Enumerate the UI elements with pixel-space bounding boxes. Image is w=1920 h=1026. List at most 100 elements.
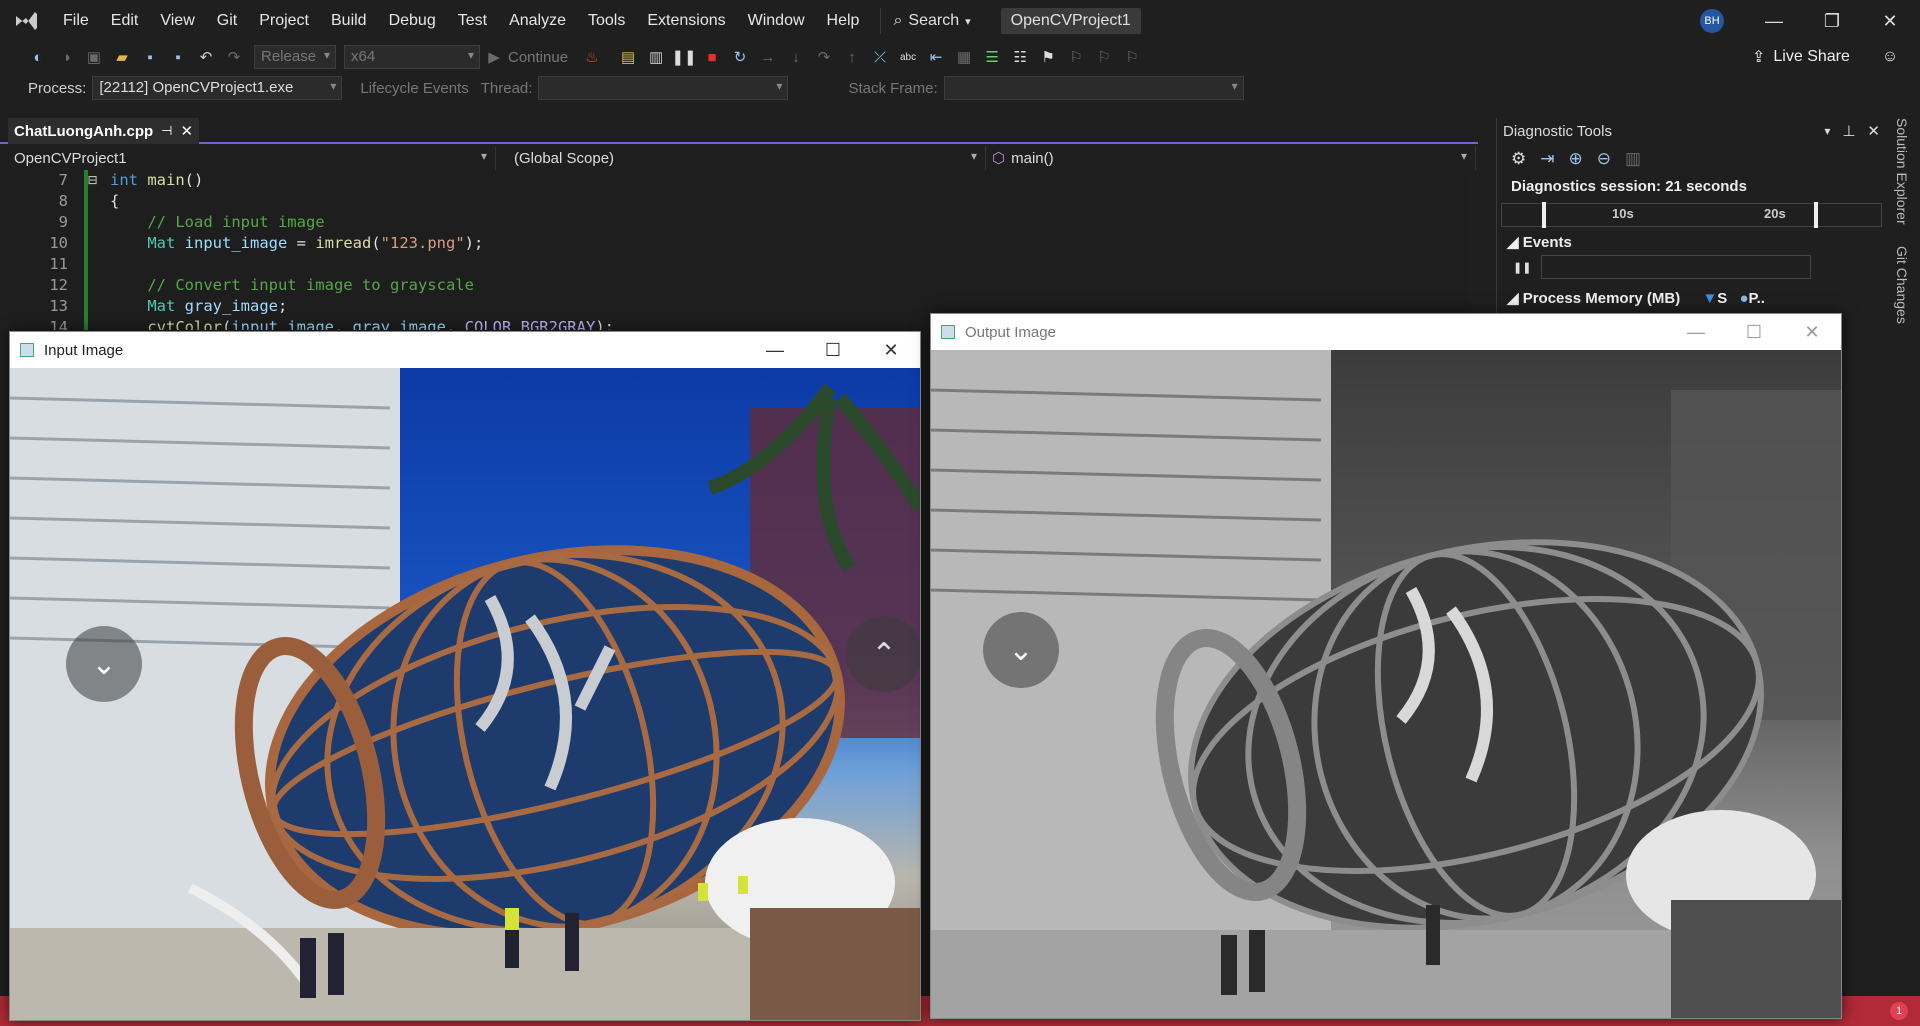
pin-icon[interactable]: ⊣ — [161, 123, 172, 139]
toolbar: ◐ ◑ ▣ ▰ ▪ ▪ ↶ ↷ Release x64 ▶ Continue ♨… — [0, 42, 1920, 72]
maximize-icon[interactable]: ☐ — [1725, 314, 1783, 350]
undo-icon[interactable]: ↶ — [194, 45, 218, 69]
step-over-icon[interactable]: ↷ — [812, 45, 836, 69]
process-memory-section[interactable]: ◢ Process Memory (MB) ▼S ●P.. — [1497, 283, 1886, 307]
open-folder-icon[interactable]: ▰ — [110, 45, 134, 69]
forward-icon[interactable]: ◑ — [54, 45, 78, 69]
step-icon[interactable]: → — [756, 45, 780, 69]
menu-debug[interactable]: Debug — [378, 0, 447, 42]
minimize-icon[interactable]: — — [1746, 0, 1802, 42]
outdent-icon[interactable]: ☷ — [1008, 45, 1032, 69]
close-tab-icon[interactable]: ✕ — [180, 122, 193, 140]
dropdown-icon[interactable]: ▾ — [1824, 124, 1830, 138]
stack-frame-select[interactable] — [943, 76, 1244, 100]
previous-image-button[interactable]: ⌄ — [66, 626, 142, 702]
git-changes-tab[interactable]: Git Changes — [1894, 246, 1910, 324]
avatar[interactable]: BH — [1700, 9, 1724, 33]
redo-icon[interactable]: ↷ — [222, 45, 246, 69]
tab-chatluonganh[interactable]: ChatLuongAnh.cpp ⊣ ✕ — [8, 118, 200, 144]
prev-bookmark-icon[interactable]: ⚐ — [1064, 45, 1088, 69]
code-line[interactable]: 12 // Convert input image to grayscale — [8, 275, 1470, 296]
bookmark-icon[interactable]: ⚑ — [1036, 45, 1060, 69]
configuration-select[interactable]: Release — [254, 45, 336, 69]
menu-extensions[interactable]: Extensions — [636, 0, 736, 42]
step-into-icon[interactable]: ↓ — [784, 45, 808, 69]
menu-edit[interactable]: Edit — [100, 0, 150, 42]
save-all-icon[interactable]: ▪ — [166, 45, 190, 69]
next-bookmark-icon[interactable]: ⚐ — [1092, 45, 1116, 69]
menu-tools[interactable]: Tools — [577, 0, 636, 42]
code-editor[interactable]: 7 ⊟ int main() 8{9 // Load input image 10 Ma… — [8, 170, 1470, 330]
code-line[interactable]: 9 // Load input image — [8, 212, 1470, 233]
hot-reload-icon[interactable]: ♨ — [580, 45, 604, 69]
zoom-out-icon[interactable]: ⊖ — [1597, 149, 1611, 169]
lifecycle-events-button[interactable]: Lifecycle Events — [360, 80, 468, 97]
platform-select[interactable]: x64 — [344, 45, 480, 69]
project-dropdown[interactable]: OpenCVProject1 — [8, 146, 496, 170]
pause-icon[interactable]: ❚❚ — [671, 45, 696, 69]
events-section[interactable]: ◢ Events — [1497, 227, 1886, 251]
settings-gear-icon[interactable]: ⚙ — [1511, 149, 1526, 169]
next-image-button[interactable]: ⌃ — [846, 616, 920, 692]
pause-icon[interactable]: ❚❚ — [1513, 261, 1531, 274]
restart-icon[interactable]: ↻ — [728, 45, 752, 69]
clear-bookmarks-icon[interactable]: ⚐ — [1120, 45, 1144, 69]
back-icon[interactable]: ◐ — [26, 45, 50, 69]
new-item-icon[interactable]: ▣ — [82, 45, 106, 69]
timeline-end-handle[interactable] — [1814, 202, 1818, 228]
step-out-icon[interactable]: ↑ — [840, 45, 864, 69]
thread-select[interactable] — [538, 76, 789, 100]
close-icon[interactable]: ✕ — [1867, 122, 1880, 140]
process-select[interactable]: [22112] OpenCVProject1.exe — [92, 76, 343, 100]
minimize-icon[interactable]: — — [1667, 314, 1725, 350]
live-share-button[interactable]: ⇪ Live Share ☺ — [1752, 42, 1898, 72]
scope-dropdown[interactable]: (Global Scope) — [496, 146, 986, 170]
continue-button[interactable]: Continue — [508, 49, 568, 66]
layout-icon[interactable]: ▥ — [644, 45, 668, 69]
menu-git[interactable]: Git — [206, 0, 248, 42]
export-icon[interactable]: ⇥ — [1540, 149, 1554, 169]
window-icon[interactable]: ▦ — [952, 45, 976, 69]
diagnostics-icon[interactable]: ⤫ — [868, 45, 892, 69]
menu-analyze[interactable]: Analyze — [498, 0, 577, 42]
zoom-in-icon[interactable]: ⊕ — [1569, 149, 1583, 169]
code-line[interactable]: 8{ — [8, 191, 1470, 212]
chart-icon[interactable]: ▥ — [1625, 149, 1641, 169]
feedback-icon[interactable]: ☺ — [1882, 48, 1898, 66]
close-icon[interactable]: ✕ — [862, 332, 920, 368]
save-icon[interactable]: ▪ — [138, 45, 162, 69]
timeline-start-handle[interactable] — [1542, 202, 1546, 228]
previous-image-button[interactable]: ⌄ — [983, 612, 1059, 688]
play-icon[interactable]: ▶ — [482, 45, 506, 69]
code-line[interactable]: 7 ⊟ int main() — [8, 170, 1470, 191]
code-line[interactable]: 10 Mat input_image = imread("123.png"); — [8, 233, 1470, 254]
minimize-icon[interactable]: — — [746, 332, 804, 368]
code-line[interactable]: 11 — [8, 254, 1470, 275]
visual-studio-logo-icon[interactable] — [0, 0, 52, 42]
menu-test[interactable]: Test — [447, 0, 498, 42]
input-window-title: Input Image — [44, 341, 124, 359]
menu-window[interactable]: Window — [737, 0, 816, 42]
breakpoint-icon[interactable]: ⇤ — [924, 45, 948, 69]
menu-file[interactable]: File — [52, 0, 100, 42]
timeline-ruler[interactable]: 10s 20s — [1501, 202, 1882, 228]
spellcheck-icon[interactable]: abc — [896, 45, 920, 69]
menu-help[interactable]: Help — [816, 0, 871, 42]
menu-view[interactable]: View — [149, 0, 205, 42]
close-icon[interactable]: ✕ — [1862, 0, 1918, 42]
restore-icon[interactable]: ❐ — [1804, 0, 1860, 42]
menu-project[interactable]: Project — [248, 0, 320, 42]
indent-icon[interactable]: ☰ — [980, 45, 1004, 69]
solution-explorer-tab[interactable]: Solution Explorer — [1894, 118, 1910, 225]
close-icon[interactable]: ✕ — [1783, 314, 1841, 350]
maximize-icon[interactable]: ☐ — [804, 332, 862, 368]
pin-icon[interactable]: ⊥ — [1842, 122, 1855, 140]
member-dropdown[interactable]: ⬡ main() — [986, 146, 1476, 170]
stop-icon[interactable]: ■ — [700, 45, 724, 69]
notification-badge[interactable]: 1 — [1890, 1002, 1908, 1020]
output-window-titlebar[interactable]: Output Image — ☐ ✕ — [931, 314, 1841, 350]
input-window-titlebar[interactable]: Input Image — ☐ ✕ — [10, 332, 920, 368]
menu-build[interactable]: Build — [320, 0, 378, 42]
search-button[interactable]: ⌕ Search ▾ — [880, 8, 982, 34]
folder-icon[interactable]: ▤ — [616, 45, 640, 69]
